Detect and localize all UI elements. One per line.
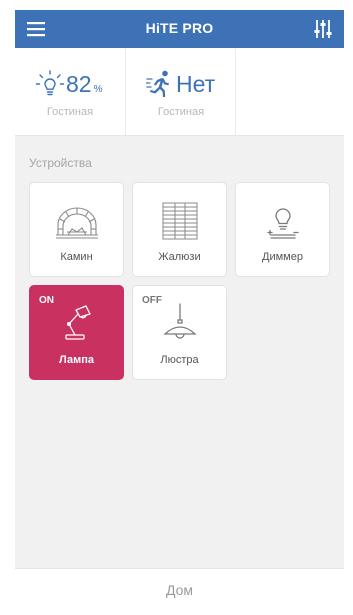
device-tile-chandelier[interactable]: OFF Люстра [132,285,227,380]
device-state-badge: ON [39,295,54,306]
dimmer-icon [260,199,306,245]
motion-icon [145,69,176,99]
illumination-unit: % [93,84,103,95]
section-title: Устройства [29,156,92,170]
fireplace-icon [54,199,100,245]
device-label: Жалюзи [158,251,201,263]
device-tile-dimmer[interactable]: Диммер [235,182,330,277]
device-tile-blinds[interactable]: Жалюзи [132,182,227,277]
sensor-illumination[interactable]: 82% Гостиная [15,48,125,135]
sensor-slot-empty [235,48,344,135]
bulb-icon [35,69,65,99]
sliders-icon[interactable] [312,17,334,41]
app-title: HiTE PRO [145,20,214,36]
sensor-room-label: Гостиная [157,106,205,118]
desk-lamp-icon [54,302,100,348]
device-label: Камин [60,251,93,263]
illumination-value: 82% [66,71,103,97]
blinds-icon [157,199,203,245]
home-tab[interactable]: Дом [15,582,344,598]
app-header: HiTE PRO [15,10,344,48]
device-tile-fireplace[interactable]: Камин [29,182,124,277]
devices-area: Устройства Камин Жалюзи Диммер ON Лампа … [15,136,344,568]
device-label: Диммер [262,251,303,263]
device-tile-lamp[interactable]: ON Лампа [29,285,124,380]
sensor-panel: 82% Гостиная Нет Гостиная [15,48,344,136]
device-label: Лампа [58,354,94,366]
sensor-room-label: Гостиная [46,106,94,118]
motion-value: Нет [176,71,216,97]
sensor-motion[interactable]: Нет Гостиная [125,48,236,135]
chandelier-icon [157,302,203,348]
bottom-bar: Дом [15,568,344,610]
device-label: Люстра [160,354,199,366]
app-screen: HiTE PRO 82 % Гостиная Нет Гостиная Устр… [15,10,344,610]
